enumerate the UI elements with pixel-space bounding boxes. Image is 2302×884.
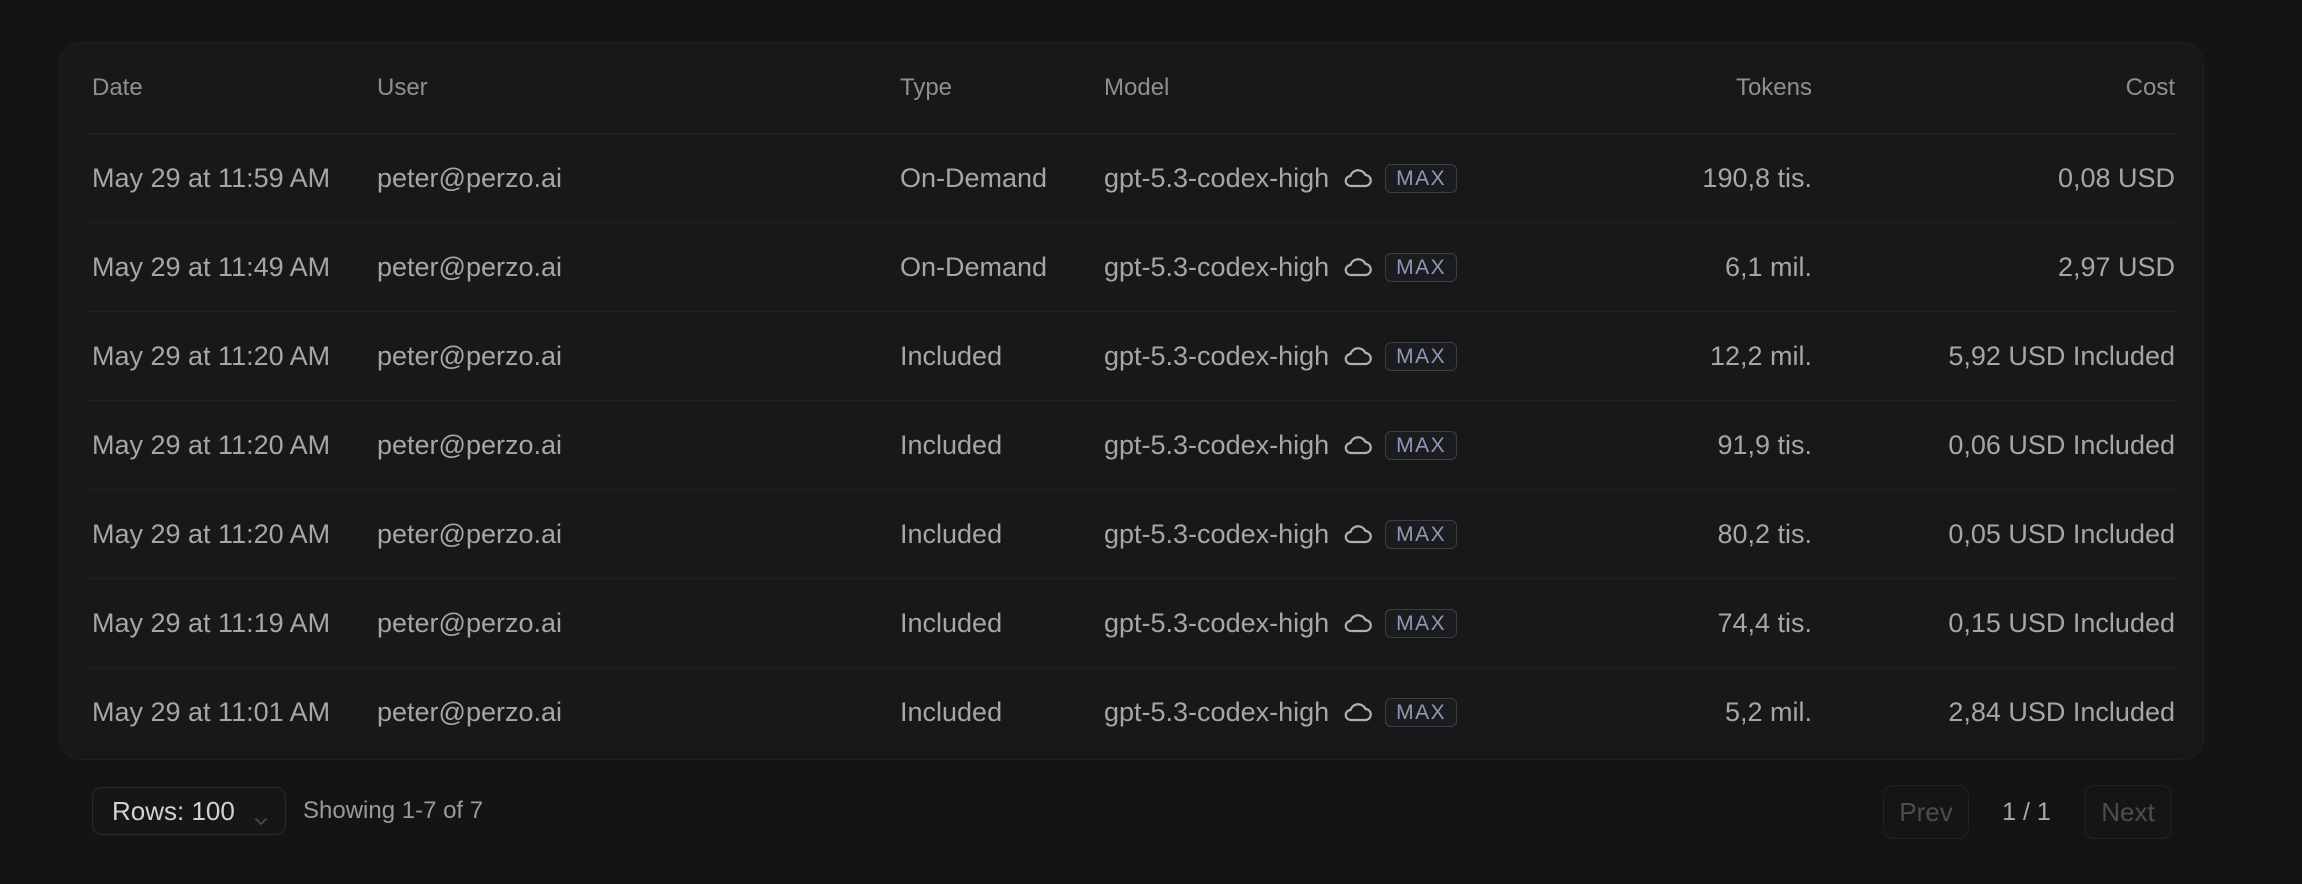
row-date: May 29 at 11:19 AM	[92, 607, 331, 638]
prev-page-button[interactable]: Prev	[1883, 785, 1969, 839]
row-user: peter@perzo.ai	[377, 607, 563, 638]
table-row[interactable]: May 29 at 11:20 AM peter@perzo.ai Includ…	[87, 401, 2178, 490]
row-type: Included	[900, 340, 1003, 371]
header-type[interactable]: Type	[900, 43, 952, 133]
chevron-down-icon	[254, 804, 268, 825]
table-row[interactable]: May 29 at 11:19 AM peter@perzo.ai Includ…	[87, 579, 2178, 668]
cloud-icon	[1343, 434, 1373, 456]
row-model-cell: gpt-5.3-codex-high MAX	[1104, 579, 1458, 667]
row-date: May 29 at 11:01 AM	[92, 696, 331, 727]
usage-table-card: Date User Type Model Tokens Cost May 29 …	[59, 42, 2204, 760]
max-badge: MAX	[1385, 252, 1458, 282]
table-row[interactable]: May 29 at 11:01 AM peter@perzo.ai Includ…	[87, 668, 2178, 756]
row-type: Included	[900, 429, 1003, 460]
page-indicator: 1 / 1	[2002, 797, 2051, 826]
row-tokens: 91,9 tis.	[1717, 429, 1812, 460]
usage-table: Date User Type Model Tokens Cost May 29 …	[87, 43, 2178, 756]
header-cost[interactable]: Cost	[2126, 43, 2175, 133]
row-model-cell: gpt-5.3-codex-high MAX	[1104, 134, 1458, 222]
row-model: gpt-5.3-codex-high	[1104, 607, 1330, 638]
row-tokens: 6,1 mil.	[1724, 251, 1812, 282]
showing-count: Showing 1-7 of 7	[303, 797, 484, 824]
row-tokens: 12,2 mil.	[1709, 340, 1812, 371]
cloud-icon	[1343, 345, 1373, 367]
row-model-cell: gpt-5.3-codex-high MAX	[1104, 401, 1458, 489]
row-date: May 29 at 11:20 AM	[92, 429, 331, 460]
row-model: gpt-5.3-codex-high	[1104, 251, 1330, 282]
max-badge: MAX	[1385, 430, 1458, 460]
max-badge: MAX	[1385, 608, 1458, 638]
row-date: May 29 at 11:49 AM	[92, 251, 331, 282]
row-type: On-Demand	[900, 251, 1048, 282]
cloud-icon	[1343, 256, 1373, 278]
row-model-cell: gpt-5.3-codex-high MAX	[1104, 490, 1458, 578]
next-page-button[interactable]: Next	[2084, 785, 2172, 839]
row-user: peter@perzo.ai	[377, 429, 563, 460]
cloud-icon	[1343, 701, 1373, 723]
row-cost: 0,08 USD	[2057, 162, 2175, 193]
row-user: peter@perzo.ai	[377, 340, 563, 371]
header-model[interactable]: Model	[1104, 43, 1169, 133]
header-user[interactable]: User	[377, 43, 428, 133]
table-row[interactable]: May 29 at 11:20 AM peter@perzo.ai Includ…	[87, 490, 2178, 579]
row-tokens: 5,2 mil.	[1724, 696, 1812, 727]
row-cost: 5,92 USD Included	[1948, 340, 2175, 371]
row-user: peter@perzo.ai	[377, 696, 563, 727]
row-date: May 29 at 11:20 AM	[92, 518, 331, 549]
row-model: gpt-5.3-codex-high	[1104, 162, 1330, 193]
row-model: gpt-5.3-codex-high	[1104, 429, 1330, 460]
row-tokens: 190,8 tis.	[1702, 162, 1812, 193]
row-type: On-Demand	[900, 162, 1048, 193]
row-model: gpt-5.3-codex-high	[1104, 518, 1330, 549]
max-badge: MAX	[1385, 341, 1458, 371]
header-tokens[interactable]: Tokens	[1736, 43, 1812, 133]
row-user: peter@perzo.ai	[377, 518, 563, 549]
row-tokens: 74,4 tis.	[1717, 607, 1812, 638]
row-model-cell: gpt-5.3-codex-high MAX	[1104, 312, 1458, 400]
cloud-icon	[1343, 167, 1373, 189]
row-type: Included	[900, 696, 1003, 727]
row-date: May 29 at 11:59 AM	[92, 162, 331, 193]
table-header: Date User Type Model Tokens Cost	[87, 43, 2178, 134]
cloud-icon	[1343, 612, 1373, 634]
row-type: Included	[900, 607, 1003, 638]
rows-per-page-select[interactable]: Rows: 100	[92, 787, 286, 835]
header-date[interactable]: Date	[92, 43, 143, 133]
table-row[interactable]: May 29 at 11:59 AM peter@perzo.ai On-Dem…	[87, 134, 2178, 223]
table-row[interactable]: May 29 at 11:49 AM peter@perzo.ai On-Dem…	[87, 223, 2178, 312]
max-badge: MAX	[1385, 163, 1458, 193]
row-model: gpt-5.3-codex-high	[1104, 340, 1330, 371]
row-tokens: 80,2 tis.	[1717, 518, 1812, 549]
row-model-cell: gpt-5.3-codex-high MAX	[1104, 223, 1458, 311]
row-user: peter@perzo.ai	[377, 251, 563, 282]
row-cost: 2,84 USD Included	[1948, 696, 2175, 727]
row-date: May 29 at 11:20 AM	[92, 340, 331, 371]
row-type: Included	[900, 518, 1003, 549]
row-model-cell: gpt-5.3-codex-high MAX	[1104, 668, 1458, 756]
row-cost: 0,06 USD Included	[1948, 429, 2175, 460]
row-model: gpt-5.3-codex-high	[1104, 696, 1330, 727]
cloud-icon	[1343, 523, 1373, 545]
max-badge: MAX	[1385, 697, 1458, 727]
max-badge: MAX	[1385, 519, 1458, 549]
row-user: peter@perzo.ai	[377, 162, 563, 193]
row-cost: 2,97 USD	[2057, 251, 2175, 282]
row-cost: 0,15 USD Included	[1948, 607, 2175, 638]
table-row[interactable]: May 29 at 11:20 AM peter@perzo.ai Includ…	[87, 312, 2178, 401]
row-cost: 0,05 USD Included	[1948, 518, 2175, 549]
pagination-footer: Rows: 100 Showing 1-7 of 7 Prev 1 / 1 Ne…	[0, 760, 2302, 884]
rows-per-page-label: Rows: 100	[112, 795, 235, 826]
